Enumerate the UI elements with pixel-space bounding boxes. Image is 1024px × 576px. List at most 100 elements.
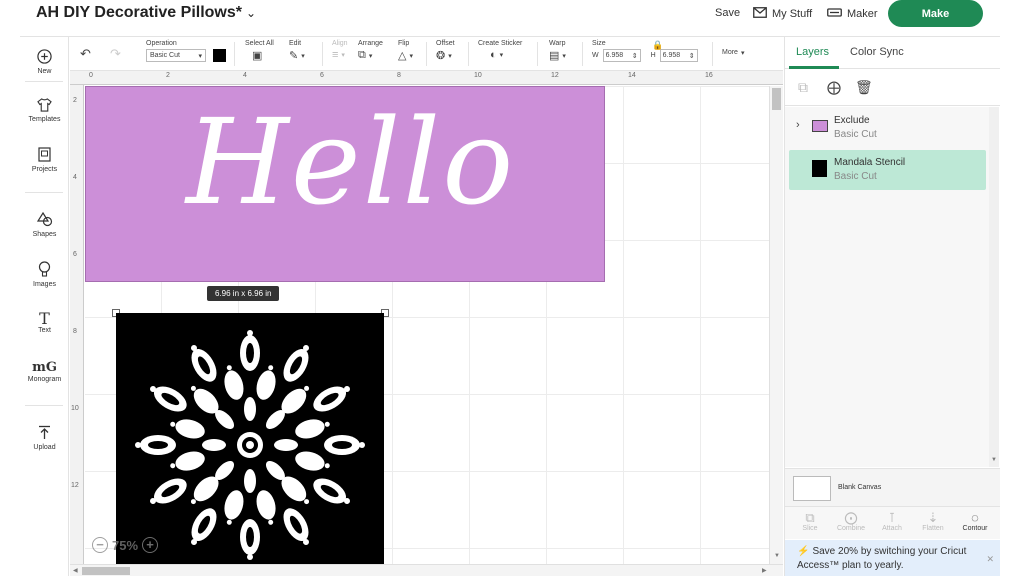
promo-banner[interactable]: ⚡ Save 20% by switching your Cricut Acces…	[785, 540, 1000, 576]
attach-button[interactable]: ⊺ Attach	[872, 510, 912, 532]
edit-toolbar: ↶ ↷ Operation Basic Cut ▾ Select All ▣ E…	[70, 37, 783, 71]
scroll-left-icon[interactable]: ◀	[73, 567, 78, 574]
top-header: AH DIY Decorative Pillows* ⌄ Save My Stuf…	[20, 0, 1000, 37]
tab-layers[interactable]: Layers	[796, 46, 829, 58]
sidebar-item-images[interactable]: Images	[20, 261, 69, 288]
my-stuff-label: My Stuff	[772, 8, 813, 20]
blank-canvas-row[interactable]: Blank Canvas	[785, 468, 1000, 506]
create-sticker-group[interactable]: Create Sticker ◐ ▾	[478, 40, 522, 61]
sticker-icon: ◐	[490, 49, 497, 61]
ruler-number: 6	[320, 72, 324, 79]
save-link[interactable]: Save	[715, 7, 740, 19]
layer-operation: Basic Cut	[834, 171, 877, 182]
layer-thumbnail	[812, 160, 827, 177]
scroll-thumb[interactable]	[772, 88, 781, 110]
select-all-group[interactable]: Select All ▣	[245, 40, 274, 62]
sidebar-item-text[interactable]: T Text	[20, 310, 69, 334]
chevron-down-icon[interactable]: ⌄	[246, 6, 256, 20]
hello-design[interactable]: Hello	[85, 86, 605, 282]
sidebar-item-projects[interactable]: Projects	[20, 147, 69, 173]
lightning-icon: ⚡	[797, 546, 810, 557]
mandala-stencil[interactable]	[116, 313, 384, 564]
operation-label: Operation	[146, 40, 177, 47]
ruler-number: 10	[474, 72, 482, 79]
combine-label: Combine	[836, 525, 865, 532]
tab-color-sync[interactable]: Color Sync	[850, 46, 904, 58]
zoom-in-icon[interactable]: +	[142, 537, 159, 553]
promo-text: Save 20% by switching your Cricut Access…	[797, 546, 967, 571]
height-input[interactable]: 6.958 ⇕	[659, 49, 698, 62]
hello-text: Hello	[186, 93, 516, 231]
attach-icon: ⊺	[888, 510, 896, 525]
width-label: W	[592, 52, 599, 59]
vertical-scrollbar[interactable]: ▼	[769, 86, 783, 564]
maker-link[interactable]: Maker	[827, 7, 878, 21]
combine-icon: ⨀	[844, 510, 858, 525]
trash-icon[interactable]: 🗑	[855, 79, 873, 96]
more-button[interactable]: More	[722, 49, 738, 56]
caret-down-icon: ▾	[198, 52, 202, 60]
duplicate-icon[interactable]: ⨁	[827, 79, 841, 96]
design-canvas[interactable]: Hello 6.96 in x 6.96 in	[85, 86, 769, 564]
arrange-group[interactable]: Arrange ⧉ ▾	[358, 40, 383, 62]
chevron-right-icon[interactable]: ›	[796, 119, 800, 131]
layer-list: › Exclude Basic Cut Mandala Stencil Basi…	[785, 107, 989, 467]
flatten-button[interactable]: ⇣ Flatten	[913, 510, 953, 532]
divider	[582, 42, 583, 66]
sidebar-item-monogram[interactable]: mG Monogram	[20, 359, 69, 383]
redo-icon[interactable]: ↷	[110, 46, 121, 62]
warp-label: Warp	[549, 40, 566, 47]
operation-select[interactable]: Basic Cut ▾	[146, 49, 206, 62]
sidebar-item-upload[interactable]: Upload	[20, 425, 69, 451]
layer-item[interactable]: › Exclude Basic Cut	[789, 108, 986, 148]
ruler-number: 4	[73, 174, 77, 181]
mail-icon	[753, 7, 767, 21]
ruler-top: 0 2 4 6 8 10 12 14 16	[70, 71, 783, 85]
contour-button[interactable]: ◌ Contour	[955, 510, 995, 532]
layer-name: Exclude	[834, 115, 870, 126]
plus-circle-icon	[20, 49, 69, 68]
layer-name: Mandala Stencil	[834, 157, 906, 168]
pen-icon: ✎	[289, 50, 299, 62]
my-stuff-link[interactable]: My Stuff	[753, 7, 812, 21]
project-title[interactable]: AH DIY Decorative Pillows* ⌄	[36, 4, 256, 22]
sidebar-label-shapes: Shapes	[32, 231, 57, 238]
group-icon[interactable]: ⧉	[798, 79, 808, 96]
scroll-thumb[interactable]	[82, 567, 130, 575]
align-icon: ≡	[332, 49, 339, 61]
color-swatch[interactable]	[213, 49, 226, 62]
blank-canvas-swatch[interactable]	[793, 476, 831, 501]
flip-group[interactable]: Flip △ ▾	[398, 40, 413, 62]
sidebar-item-shapes[interactable]: Shapes	[20, 211, 69, 238]
divider	[712, 42, 713, 66]
warp-group[interactable]: Warp ▤ ▾	[549, 40, 566, 62]
width-input[interactable]: 6.958 ⇕	[602, 49, 641, 62]
undo-icon[interactable]: ↶	[80, 46, 91, 62]
slice-button[interactable]: ⧉ Slice	[790, 510, 830, 532]
height-label: H	[650, 52, 656, 59]
panel-scrollbar[interactable]: ▼	[989, 107, 999, 467]
edit-group[interactable]: Edit ✎ ▾	[289, 40, 305, 62]
scroll-right-icon[interactable]: ▶	[762, 567, 767, 574]
combine-button[interactable]: ⨀ Combine	[831, 510, 871, 532]
blank-canvas-label: Blank Canvas	[838, 484, 882, 491]
layer-item-selected[interactable]: Mandala Stencil Basic Cut	[789, 150, 986, 190]
scroll-down-icon[interactable]: ▼	[991, 457, 997, 463]
caret-down-icon: ▾	[741, 50, 745, 57]
sidebar-item-new[interactable]: New	[20, 49, 69, 75]
machine-icon	[827, 7, 842, 21]
slice-label: Slice	[802, 525, 818, 532]
sidebar-item-templates[interactable]: Templates	[20, 98, 69, 123]
offset-group[interactable]: Offset ❂ ▾	[436, 40, 455, 62]
sidebar-label-projects: Projects	[31, 166, 58, 173]
stepper-icon: ⇕	[631, 52, 638, 60]
make-button[interactable]: Make	[888, 0, 983, 27]
ruler-number: 4	[243, 72, 247, 79]
horizontal-scrollbar[interactable]: ◀ ▶	[70, 564, 783, 576]
close-icon[interactable]: ✕	[986, 552, 994, 566]
scroll-down-icon[interactable]: ▼	[774, 553, 780, 559]
lock-icon[interactable]: 🔒	[652, 40, 663, 51]
zoom-out-icon[interactable]: −	[92, 537, 108, 553]
align-group[interactable]: Align ≡ ▾	[332, 40, 348, 61]
ruler-number: 12	[71, 482, 79, 489]
